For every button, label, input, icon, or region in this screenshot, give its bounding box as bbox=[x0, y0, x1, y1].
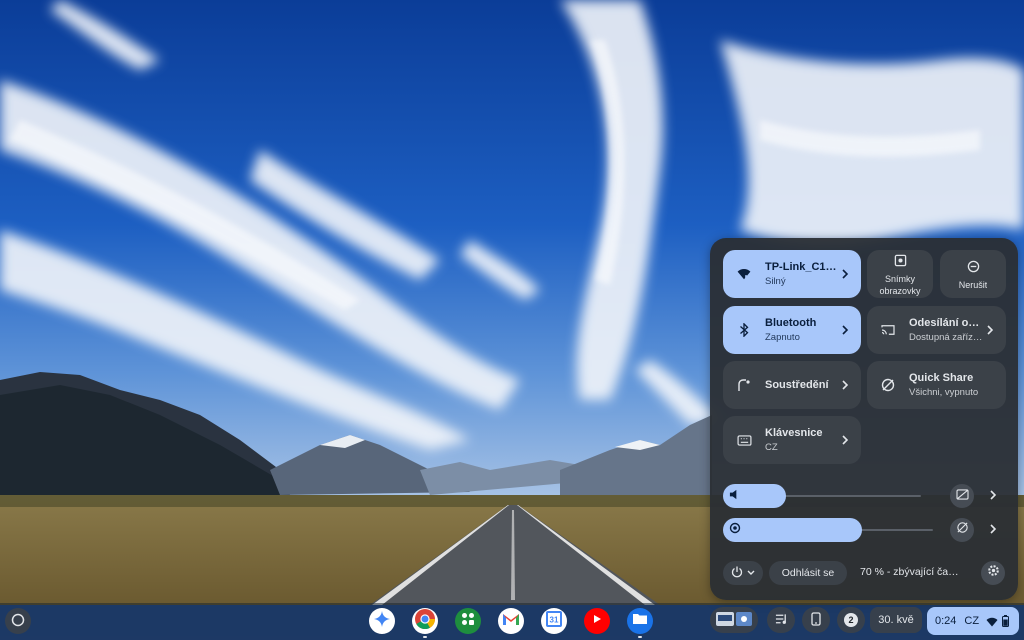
settings-button[interactable] bbox=[981, 561, 1005, 585]
gmail-icon bbox=[502, 612, 520, 631]
media-controls-button[interactable] bbox=[767, 607, 795, 633]
battery-status: 70 % - zbývající ča… bbox=[860, 566, 959, 578]
night-light-off-icon bbox=[956, 521, 969, 539]
live-caption-button[interactable] bbox=[950, 484, 974, 508]
chevron-right-icon bbox=[839, 325, 851, 335]
display-settings-button[interactable] bbox=[987, 524, 999, 536]
do-not-disturb-tile[interactable]: Nerušit bbox=[940, 250, 1006, 298]
quick-share-title: Quick Share bbox=[909, 372, 974, 384]
quick-share-icon bbox=[879, 376, 897, 394]
network-signal: Silný bbox=[765, 276, 786, 287]
chevron-right-icon bbox=[984, 325, 996, 335]
bluetooth-title: Bluetooth bbox=[765, 317, 817, 329]
ime-indicator: CZ bbox=[964, 615, 980, 627]
chevron-right-icon bbox=[989, 521, 997, 539]
files-running-indicator bbox=[638, 636, 642, 638]
screen-capture-icon bbox=[891, 252, 909, 270]
notification-counter[interactable]: 2 bbox=[837, 607, 865, 633]
app-launcher-icon bbox=[461, 612, 475, 631]
power-icon bbox=[731, 566, 743, 581]
chevron-down-icon bbox=[747, 567, 755, 579]
cast-title: Odesílání obr… bbox=[909, 317, 984, 329]
chevron-right-icon bbox=[839, 435, 851, 445]
gemini-app[interactable] bbox=[369, 608, 395, 634]
keyboard-layout: CZ bbox=[765, 442, 778, 453]
status-area-button[interactable]: 0:24 CZ bbox=[927, 607, 1019, 635]
notification-count: 2 bbox=[844, 613, 858, 627]
bluetooth-icon bbox=[735, 321, 753, 339]
battery-icon bbox=[1002, 615, 1010, 627]
do-not-disturb-label: Nerušit bbox=[958, 279, 988, 290]
wifi-icon bbox=[986, 616, 998, 627]
wifi-icon bbox=[735, 265, 753, 283]
network-tile[interactable]: TP-Link_C154… Silný bbox=[723, 250, 861, 298]
youtube-icon bbox=[591, 612, 603, 630]
app-launcher-app[interactable] bbox=[455, 608, 481, 634]
phone-icon bbox=[811, 611, 821, 629]
do-not-disturb-icon bbox=[964, 258, 982, 276]
youtube-app[interactable] bbox=[584, 608, 610, 634]
night-light-button[interactable] bbox=[950, 518, 974, 542]
chrome-running-indicator bbox=[423, 636, 427, 638]
calendar-app[interactable]: 31 bbox=[541, 608, 567, 634]
volume-icon bbox=[729, 487, 740, 505]
calendar-icon: 31 bbox=[545, 610, 563, 633]
phone-hub-button[interactable] bbox=[802, 607, 830, 633]
date-tray[interactable]: 30. kvě bbox=[870, 607, 922, 633]
screen-capture-tile[interactable]: Snímky obrazovky bbox=[867, 250, 933, 298]
gear-icon bbox=[987, 564, 1000, 582]
bluetooth-tile[interactable]: Bluetooth Zapnuto bbox=[723, 306, 861, 354]
bluetooth-status: Zapnuto bbox=[765, 332, 800, 343]
brightness-icon bbox=[729, 521, 741, 539]
sign-out-button[interactable]: Odhlásit se bbox=[769, 561, 847, 585]
volume-slider[interactable] bbox=[723, 484, 786, 508]
quick-share-status: Všichni, vypnuto bbox=[909, 387, 979, 398]
files-app[interactable] bbox=[627, 608, 653, 634]
screenshot-thumbnail-icon bbox=[715, 609, 753, 632]
live-caption-off-icon bbox=[955, 487, 969, 505]
chevron-right-icon bbox=[839, 380, 851, 390]
holding-space-button[interactable] bbox=[710, 607, 758, 633]
power-menu-button[interactable] bbox=[723, 561, 763, 585]
focus-mode-title: Soustředění bbox=[765, 379, 829, 391]
screen-capture-label: Snímky obrazovky bbox=[879, 273, 921, 296]
cast-status: Dostupná zařízení bbox=[909, 332, 984, 343]
launcher-button[interactable] bbox=[5, 608, 31, 634]
media-queue-icon bbox=[775, 613, 788, 628]
launcher-circle-icon bbox=[11, 613, 25, 630]
brightness-slider[interactable] bbox=[723, 518, 862, 542]
keyboard-icon bbox=[735, 431, 753, 449]
keyboard-tile[interactable]: Klávesnice CZ bbox=[723, 416, 861, 464]
gmail-app[interactable] bbox=[498, 608, 524, 634]
chevron-right-icon bbox=[989, 487, 997, 505]
sign-out-label: Odhlásit se bbox=[781, 567, 835, 579]
files-icon bbox=[632, 612, 648, 630]
quick-share-tile[interactable]: Quick Share Všichni, vypnuto bbox=[867, 361, 1006, 409]
gemini-icon bbox=[374, 610, 390, 632]
date-label: 30. kvě bbox=[878, 614, 914, 626]
audio-settings-button[interactable] bbox=[987, 490, 999, 502]
svg-text:31: 31 bbox=[550, 615, 559, 624]
cast-tile[interactable]: Odesílání obr… Dostupná zařízení bbox=[867, 306, 1006, 354]
chevron-right-icon bbox=[839, 269, 851, 279]
focus-mode-tile[interactable]: Soustředění bbox=[723, 361, 861, 409]
cast-icon bbox=[879, 321, 897, 339]
network-name: TP-Link_C154… bbox=[765, 261, 839, 273]
chrome-icon bbox=[414, 608, 436, 635]
chrome-app[interactable] bbox=[412, 608, 438, 634]
clock-time: 0:24 bbox=[935, 615, 957, 627]
focus-mode-icon bbox=[735, 376, 753, 394]
keyboard-title: Klávesnice bbox=[765, 427, 823, 439]
